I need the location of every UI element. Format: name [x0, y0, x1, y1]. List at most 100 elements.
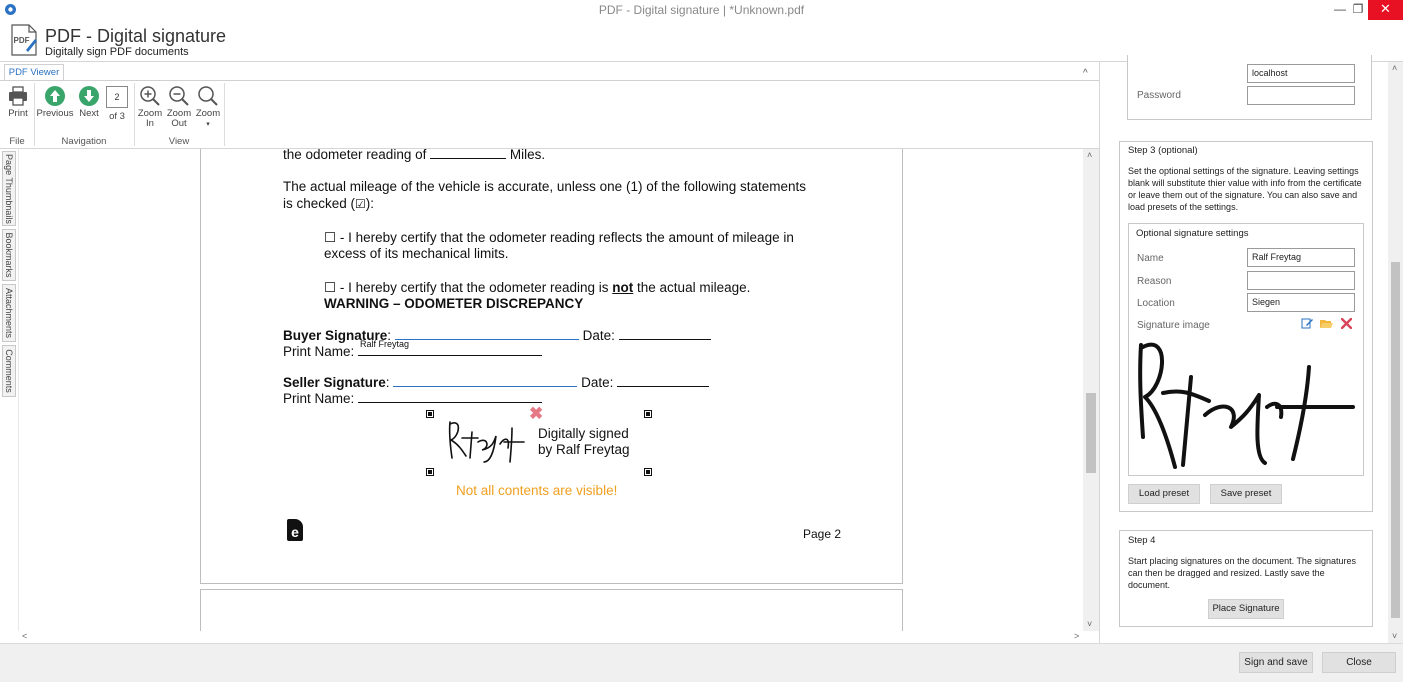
doc-blank-line — [358, 391, 543, 403]
doc-text: ): — [365, 196, 375, 211]
close-window-button[interactable]: ✕ — [1368, 0, 1403, 20]
resize-handle[interactable] — [426, 468, 434, 476]
doc-text: Date: — [581, 375, 614, 390]
tab-comments[interactable]: Comments — [2, 345, 16, 397]
doc-option-1: ☐ - I hereby certify that the odometer r… — [324, 230, 794, 245]
document-viewport[interactable]: the odometer reading of Miles. The actua… — [19, 149, 1083, 631]
host-input[interactable]: localhost — [1247, 64, 1355, 83]
chevron-down-icon: ▾ — [206, 121, 210, 128]
document-vertical-scrollbar[interactable] — [1083, 149, 1099, 631]
doc-line-odometer: the odometer reading of Miles. — [283, 149, 545, 162]
signature-field-line[interactable] — [394, 328, 579, 340]
place-signature-button[interactable]: Place Signature — [1208, 599, 1284, 619]
app-icon — [5, 4, 16, 15]
signature-caption-line: Digitally signed — [538, 426, 629, 441]
signature-field-line[interactable] — [393, 375, 578, 387]
app-subtitle: Digitally sign PDF documents — [45, 46, 189, 58]
print-button[interactable]: Print — [4, 85, 32, 119]
doc-blank-line — [618, 328, 711, 340]
document-logo: e — [287, 519, 303, 541]
arrow-up-icon — [45, 86, 65, 106]
name-input[interactable]: Ralf Freytag — [1247, 248, 1355, 267]
tab-label: Comments — [4, 349, 14, 393]
next-page-button[interactable]: Next — [77, 85, 101, 119]
sign-and-save-button[interactable]: Sign and save — [1239, 652, 1313, 673]
resize-handle[interactable] — [644, 410, 652, 418]
minimize-button[interactable]: — — [1330, 0, 1350, 20]
tab-label: Bookmarks — [4, 232, 14, 278]
doc-option-1-cont: excess of its mechanical limits. — [324, 246, 509, 261]
doc-para-mileage-2: is checked (☑): — [283, 196, 374, 211]
buyer-name-field[interactable]: Ralf Freytag — [358, 339, 543, 356]
name-label: Name — [1137, 253, 1164, 264]
doc-text: Miles. — [509, 149, 546, 162]
tab-attachments[interactable]: Attachments — [2, 284, 16, 342]
scroll-up-arrow[interactable]: ˄ — [1392, 63, 1397, 73]
placed-signature[interactable]: ✖ Digitally signed by Ralf Freytag — [426, 404, 652, 476]
restore-button[interactable]: ❐ — [1348, 0, 1368, 20]
signature-warning: Not all contents are visible! — [456, 483, 618, 498]
scroll-down-arrow[interactable]: ˅ — [1392, 631, 1397, 641]
location-input[interactable]: Siegen — [1247, 293, 1355, 312]
doc-blank-line — [430, 149, 507, 159]
doc-seller-signature-line: Seller Signature: Date: — [283, 375, 710, 390]
tab-bookmarks[interactable]: Bookmarks — [2, 229, 16, 281]
signature-image-label: Signature image — [1137, 320, 1210, 331]
print-label: Print — [8, 108, 28, 119]
arrow-down-icon — [79, 86, 99, 106]
delete-icon[interactable] — [1341, 318, 1352, 329]
delete-signature-icon[interactable]: ✖ — [529, 404, 543, 424]
previous-page-button[interactable]: Previous — [36, 85, 74, 119]
folder-open-icon[interactable] — [1320, 318, 1333, 329]
next-label: Next — [79, 108, 99, 119]
password-input[interactable] — [1247, 86, 1355, 105]
buyer-name-value: Ralf Freytag — [360, 339, 410, 349]
pdf-document-icon: PDF — [11, 24, 37, 56]
zoom-in-button[interactable]: Zoom In — [137, 85, 163, 129]
tab-label: Attachments — [4, 287, 14, 339]
ribbon-collapse-button[interactable]: ^ — [1083, 68, 1088, 79]
window-title: PDF - Digital signature | *Unknown.pdf — [598, 3, 805, 17]
resize-handle[interactable] — [644, 468, 652, 476]
scroll-left-arrow[interactable]: ˂ — [22, 631, 27, 641]
password-label: Password — [1137, 90, 1181, 101]
page-count-label: of 3 — [109, 111, 125, 122]
tab-pdf-viewer[interactable]: PDF Viewer — [4, 64, 64, 81]
signature-drawing — [448, 421, 525, 463]
title-bar: PDF - Digital signature | *Unknown.pdf — [0, 0, 1403, 20]
close-button[interactable]: Close — [1322, 652, 1396, 673]
resize-handle[interactable] — [426, 410, 434, 418]
step4-title: Step 4 — [1128, 535, 1156, 546]
doc-buyer-signature-line: Buyer Signature: Date: — [283, 328, 711, 343]
save-preset-button[interactable]: Save preset — [1210, 484, 1282, 504]
doc-seller-print-name: Print Name: — [283, 391, 543, 406]
zoom-dropdown-button[interactable]: Zoom ▾ — [195, 85, 221, 130]
pdf-page: the odometer reading of Miles. The actua… — [200, 149, 903, 584]
page-number-input[interactable]: 2 — [106, 86, 128, 108]
doc-text: Print Name: — [283, 344, 355, 359]
document-horizontal-scrollbar[interactable] — [19, 631, 1083, 643]
scroll-right-arrow[interactable]: ˃ — [1074, 631, 1079, 641]
scroll-thumb[interactable] — [1391, 262, 1400, 618]
ribbon-separator — [34, 83, 35, 146]
footer-bar — [0, 643, 1403, 682]
scroll-up-arrow[interactable]: ˄ — [1087, 150, 1092, 160]
scroll-thumb[interactable] — [1086, 393, 1096, 473]
doc-text: Date: — [582, 328, 615, 343]
signature-caption-line: by Ralf Freytag — [538, 442, 630, 457]
zoom-in-icon — [140, 86, 160, 106]
reason-input[interactable] — [1247, 271, 1355, 290]
zoom-out-button[interactable]: Zoom Out — [166, 85, 192, 129]
signature-caption: Digitally signed by Ralf Freytag — [538, 426, 630, 458]
edit-icon[interactable] — [1301, 317, 1313, 329]
step3-description: Set the optional settings of the signatu… — [1128, 166, 1362, 212]
scroll-down-arrow[interactable]: ˅ — [1087, 619, 1092, 629]
location-label: Location — [1137, 298, 1175, 309]
svg-text:PDF: PDF — [14, 36, 30, 45]
load-preset-button[interactable]: Load preset — [1128, 484, 1200, 504]
doc-text: is checked ( — [283, 196, 356, 211]
group-label-view: View — [168, 136, 190, 147]
checkbox-checked[interactable]: ☑ — [355, 197, 366, 211]
tab-page-thumbnails[interactable]: Page Thumbnails — [2, 151, 16, 226]
previous-label: Previous — [36, 108, 74, 119]
